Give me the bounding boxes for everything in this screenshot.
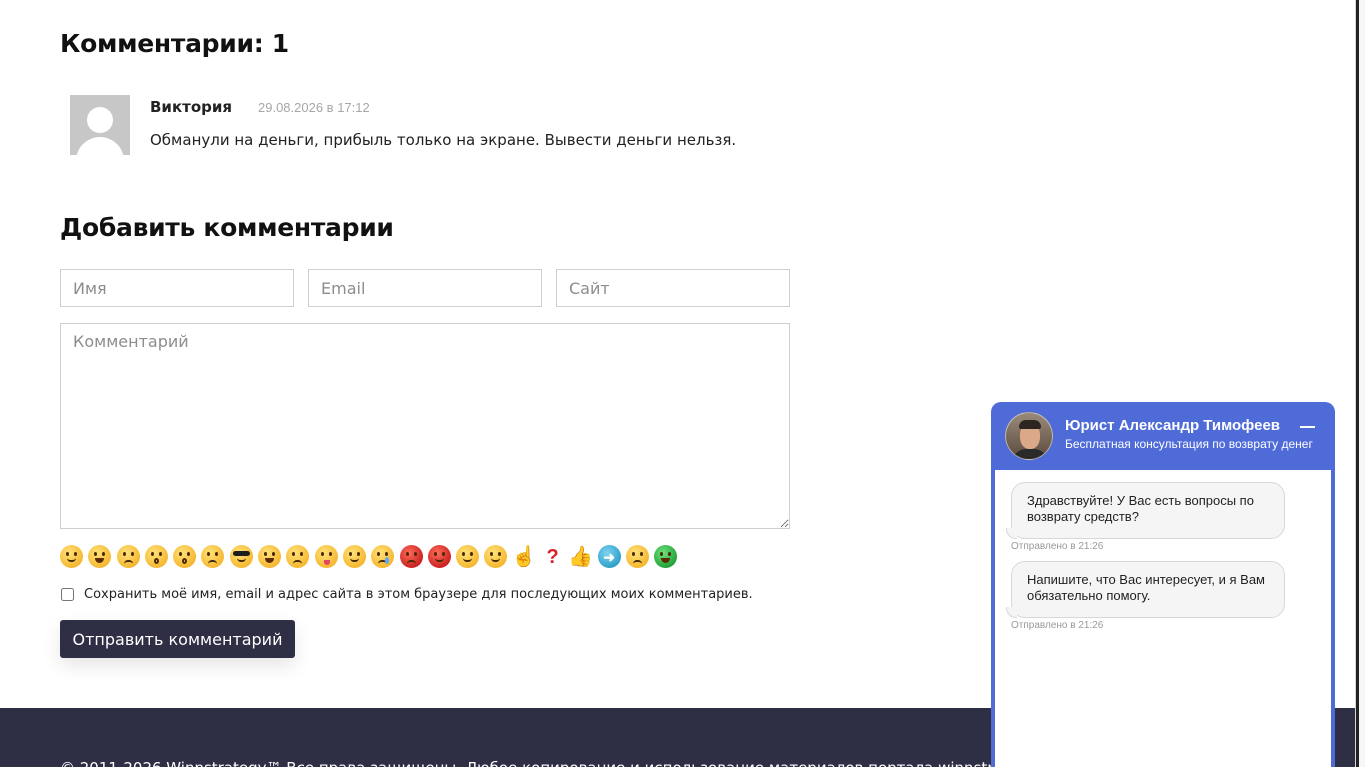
ruler-number: 12 <box>1355 474 1358 486</box>
ruler-number: 9 <box>1356 364 1358 374</box>
comment-author: Виктория <box>150 98 233 116</box>
wink-icon[interactable] <box>484 545 508 568</box>
arrow-right-icon[interactable]: ➜ <box>597 545 621 568</box>
ruler-number: 17 <box>1355 664 1358 676</box>
chat-message: Здравствуйте! У Вас есть вопросы по возв… <box>1006 482 1285 539</box>
ruler-number: 5 <box>1356 212 1358 222</box>
comment-textarea[interactable] <box>60 323 790 529</box>
chat-message-time: Отправлено в 21:26 <box>1011 541 1104 552</box>
chat-message: Напишите, что Вас интересует, и я Вам об… <box>1006 561 1285 618</box>
question-icon[interactable]: ? <box>541 545 564 568</box>
smile-icon[interactable] <box>60 545 83 568</box>
comments-title: Комментарии: 1 <box>60 29 289 58</box>
footer-copyright: © 2011-2026 Winnstrategy™ Все права защи… <box>60 759 1036 767</box>
ruler-number: 8 <box>1356 326 1358 336</box>
rolleyes-icon[interactable] <box>456 545 480 568</box>
remember-label: Сохранить моё имя, email и адрес сайта в… <box>84 587 753 602</box>
ruler-number: 13 <box>1355 512 1358 524</box>
thumbs-up-icon[interactable]: 👍 <box>568 545 593 568</box>
ruler-number: 4 <box>1356 174 1358 184</box>
evil-icon[interactable] <box>427 545 451 568</box>
laughing-icon[interactable] <box>258 545 282 568</box>
chat-messages: Здравствуйте! У Вас есть вопросы по возв… <box>995 470 1331 767</box>
neutral-icon[interactable] <box>625 545 649 568</box>
ruler-number: 1 <box>1356 60 1358 70</box>
pointing-finger-icon[interactable]: ☝ <box>512 545 537 568</box>
email-input[interactable] <box>308 269 542 307</box>
comment-text: Обманули на деньги, прибыль только на эк… <box>150 131 737 149</box>
chat-avatar <box>1005 412 1053 460</box>
chat-subtitle: Бесплатная консультация по возврату дене… <box>1065 437 1313 451</box>
chat-message-time: Отправлено в 21:26 <box>1011 620 1104 631</box>
submit-comment-button[interactable]: Отправить комментарий <box>60 620 295 658</box>
minimize-icon[interactable] <box>1300 417 1316 433</box>
ruler-number: 3 <box>1356 136 1358 146</box>
ruler-number: 18 <box>1355 700 1358 712</box>
chat-agent-name: Юрист Александр Тимофеев <box>1065 417 1281 434</box>
ruler-number: 7 <box>1356 288 1358 298</box>
ruler-number: 19 <box>1355 738 1358 750</box>
ruler-number: 11 <box>1355 436 1358 448</box>
ruler-number: 10 <box>1355 398 1358 410</box>
smiles-bar: ☝ ? 👍 ➜ <box>60 545 683 569</box>
name-input[interactable] <box>60 269 294 307</box>
ruler-number: 6 <box>1356 250 1358 260</box>
avatar-head-shape <box>87 107 113 133</box>
page-ruler: 1 2 3 4 5 6 7 8 9 10 11 12 13 14 15 16 1… <box>1355 0 1365 767</box>
ruler-number: 16 <box>1355 626 1358 638</box>
surprised-icon[interactable] <box>173 545 197 568</box>
site-input[interactable] <box>556 269 790 307</box>
blush-icon[interactable] <box>342 545 366 568</box>
laugh-green-icon[interactable] <box>654 545 678 568</box>
chat-widget: Юрист Александр Тимофеев Бесплатная конс… <box>991 402 1335 767</box>
sad-icon[interactable] <box>116 545 140 568</box>
grin-icon[interactable] <box>88 545 112 568</box>
ruler-line <box>1356 0 1359 767</box>
tongue-icon[interactable] <box>314 545 338 568</box>
comment-date[interactable]: 29.08.2026 в 17:12 <box>258 100 370 115</box>
ruler-number: 14 <box>1355 550 1358 562</box>
cry-icon[interactable] <box>371 545 395 568</box>
confused-icon[interactable] <box>201 545 225 568</box>
avatar-body-shape <box>76 137 124 155</box>
mad-icon[interactable] <box>286 545 310 568</box>
cool-icon[interactable] <box>229 545 253 568</box>
add-comment-title: Добавить комментарии <box>60 213 394 242</box>
remember-checkbox[interactable] <box>61 588 74 601</box>
remember-me[interactable]: Сохранить моё имя, email и адрес сайта в… <box>60 587 753 602</box>
shock-icon[interactable] <box>144 545 168 568</box>
comment-item: Виктория 29.08.2026 в 17:12 Обманули на … <box>70 95 790 155</box>
ruler-number: 15 <box>1355 588 1358 600</box>
angry-icon[interactable] <box>399 545 423 568</box>
ruler-number: 2 <box>1356 98 1358 108</box>
comment-avatar <box>70 95 130 155</box>
